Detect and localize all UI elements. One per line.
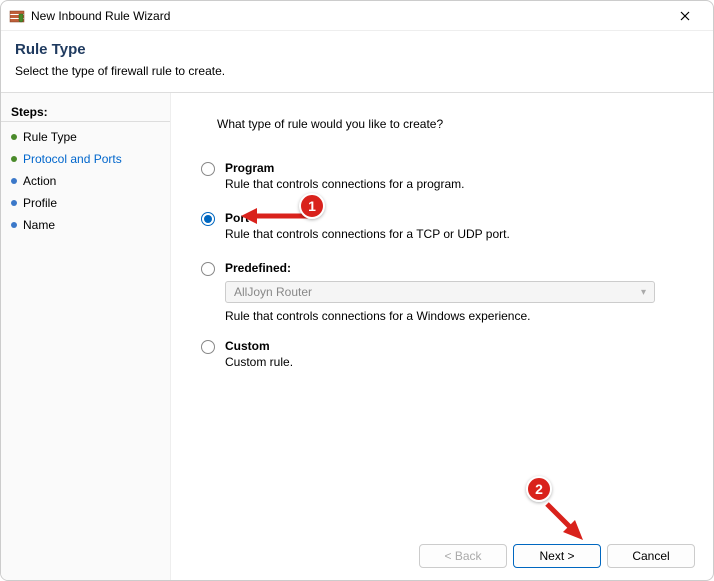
option-predefined[interactable]: Predefined: AllJoyn Router ▾ Rule that c…	[201, 261, 683, 323]
button-label: Cancel	[632, 549, 669, 563]
step-label: Action	[23, 174, 56, 188]
chevron-down-icon: ▾	[641, 287, 646, 298]
radio-predefined[interactable]	[201, 262, 215, 276]
predefined-dropdown[interactable]: AllJoyn Router ▾	[225, 281, 655, 303]
bullet-icon	[11, 156, 17, 162]
step-label: Name	[23, 218, 55, 232]
close-button[interactable]	[665, 2, 705, 30]
steps-sidebar: Steps: Rule Type Protocol and Ports Acti…	[1, 93, 171, 580]
page-header: Rule Type Select the type of firewall ru…	[1, 31, 713, 92]
option-body: Custom Custom rule.	[225, 339, 683, 369]
content-pane: What type of rule would you like to crea…	[171, 93, 713, 580]
bullet-icon	[11, 200, 17, 206]
option-program[interactable]: Program Rule that controls connections f…	[201, 161, 683, 191]
step-profile[interactable]: Profile	[1, 192, 170, 214]
button-label: < Back	[444, 549, 481, 563]
page-subtitle: Select the type of firewall rule to crea…	[15, 64, 699, 78]
step-rule-type[interactable]: Rule Type	[1, 126, 170, 148]
step-protocol-and-ports[interactable]: Protocol and Ports	[1, 148, 170, 170]
radio-program[interactable]	[201, 162, 215, 176]
annotation-arrow-2	[541, 498, 591, 551]
wizard-window: New Inbound Rule Wizard Rule Type Select…	[0, 0, 714, 581]
step-label: Rule Type	[23, 130, 77, 144]
option-body: Predefined: AllJoyn Router ▾ Rule that c…	[225, 261, 683, 323]
radio-port[interactable]	[201, 212, 215, 226]
step-label: Profile	[23, 196, 57, 210]
annotation-badge-1: 1	[299, 193, 325, 219]
step-name[interactable]: Name	[1, 214, 170, 236]
option-desc: Rule that controls connections for a Win…	[225, 309, 683, 323]
steps-heading: Steps:	[1, 101, 170, 122]
option-body: Program Rule that controls connections f…	[225, 161, 683, 191]
firewall-icon	[9, 8, 25, 24]
page-title: Rule Type	[15, 41, 699, 58]
bullet-icon	[11, 178, 17, 184]
window-title: New Inbound Rule Wizard	[31, 9, 665, 23]
option-title: Custom	[225, 339, 683, 353]
badge-number: 2	[535, 481, 543, 497]
dropdown-value: AllJoyn Router	[234, 285, 312, 299]
cancel-button[interactable]: Cancel	[607, 544, 695, 568]
option-desc: Custom rule.	[225, 355, 683, 369]
radio-custom[interactable]	[201, 340, 215, 354]
back-button: < Back	[419, 544, 507, 568]
step-action[interactable]: Action	[1, 170, 170, 192]
button-label: Next >	[539, 549, 574, 563]
bullet-icon	[11, 134, 17, 140]
option-title: Predefined:	[225, 261, 683, 275]
option-title: Program	[225, 161, 683, 175]
option-desc: Rule that controls connections for a TCP…	[225, 227, 683, 241]
option-desc: Rule that controls connections for a pro…	[225, 177, 683, 191]
step-label: Protocol and Ports	[23, 152, 122, 166]
badge-number: 1	[308, 198, 316, 214]
bullet-icon	[11, 222, 17, 228]
body: Steps: Rule Type Protocol and Ports Acti…	[1, 93, 713, 580]
question-text: What type of rule would you like to crea…	[217, 117, 683, 131]
titlebar: New Inbound Rule Wizard	[1, 1, 713, 31]
option-custom[interactable]: Custom Custom rule.	[201, 339, 683, 369]
